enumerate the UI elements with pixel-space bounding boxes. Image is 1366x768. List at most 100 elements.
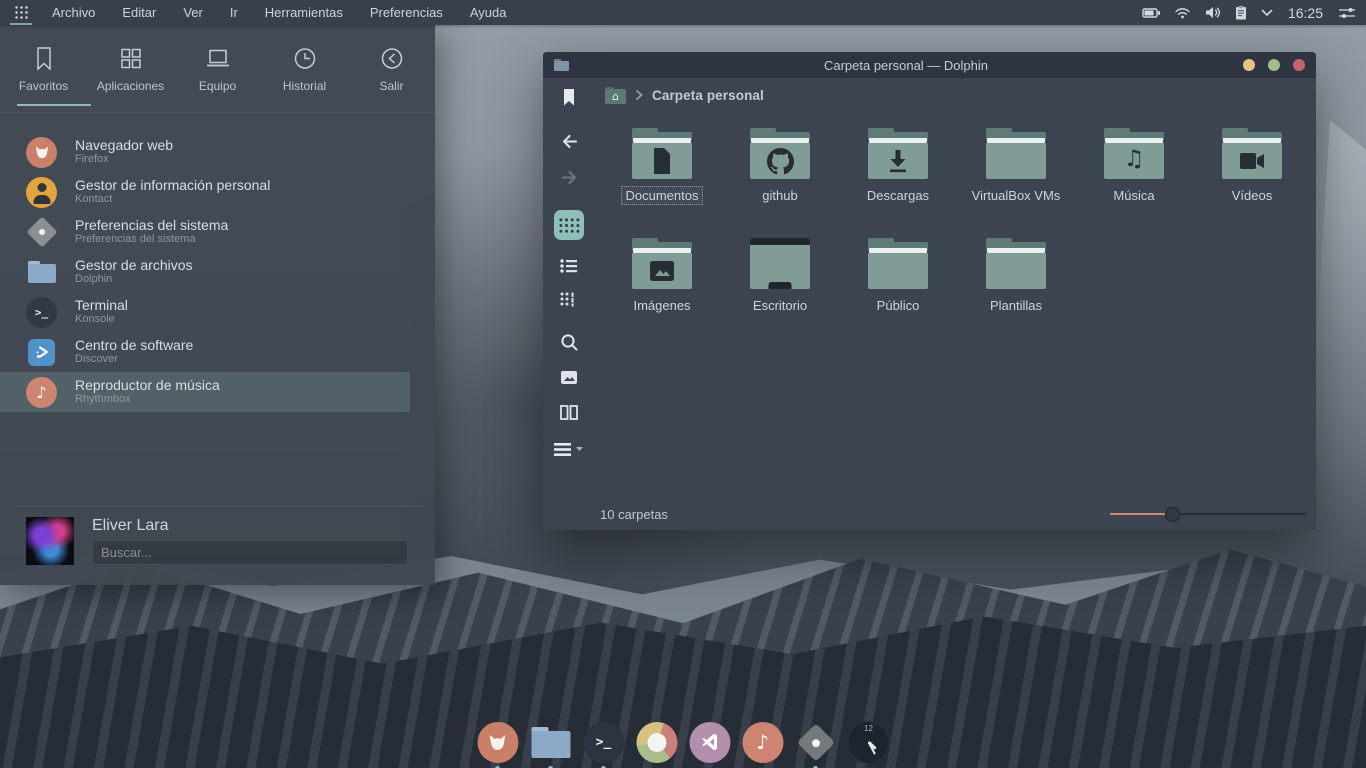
- firefox-icon: [26, 137, 57, 168]
- status-text: 10 carpetas: [600, 507, 668, 522]
- folder-publico[interactable]: Público: [839, 238, 957, 348]
- dock-firefox[interactable]: [477, 721, 519, 763]
- folder-escritorio[interactable]: Escritorio: [721, 238, 839, 348]
- volume-icon[interactable]: [1204, 5, 1221, 20]
- tab-historial[interactable]: Historial: [261, 25, 348, 112]
- folder-label: Imágenes: [628, 296, 695, 315]
- dock-system-settings[interactable]: [795, 721, 837, 763]
- minimize-button[interactable]: [1243, 59, 1255, 71]
- app-item-konsole[interactable]: >_ TerminalKonsole: [0, 292, 410, 332]
- menu-ir[interactable]: Ir: [230, 5, 238, 20]
- details-view-icon[interactable]: [559, 257, 579, 275]
- back-icon[interactable]: [560, 133, 579, 150]
- sliders-icon[interactable]: [1338, 6, 1356, 20]
- icons-view-icon[interactable]: [554, 210, 584, 240]
- compact-view-icon[interactable]: [559, 290, 579, 308]
- favorites-list: Navegador webFirefox Gestor de informaci…: [0, 132, 435, 412]
- tab-salir[interactable]: Salir: [348, 25, 435, 112]
- konsole-icon: >_: [583, 722, 624, 763]
- clipboard-icon[interactable]: [1234, 5, 1248, 21]
- music-glyph-icon: ♫: [1124, 148, 1145, 171]
- tab-label: Equipo: [199, 79, 236, 93]
- vscode-icon: [689, 722, 730, 763]
- dock-konsole[interactable]: >_: [583, 721, 625, 763]
- folder-label: github: [757, 186, 802, 205]
- chrome-icon: [636, 722, 677, 763]
- app-item-dolphin[interactable]: Gestor de archivosDolphin: [0, 252, 410, 292]
- statusbar: 10 carpetas: [543, 498, 1316, 530]
- analog-clock-icon: 12: [848, 721, 890, 764]
- rhythmbox-icon: ♪: [742, 722, 783, 763]
- menu-herramientas[interactable]: Herramientas: [265, 5, 343, 20]
- user-area: Eliver Lara: [0, 507, 435, 585]
- titlebar[interactable]: Carpeta personal — Dolphin: [543, 52, 1316, 78]
- app-title: Reproductor de música: [75, 378, 220, 393]
- close-button[interactable]: [1293, 59, 1305, 71]
- rhythmbox-icon: ♪: [26, 377, 57, 408]
- app-item-firefox[interactable]: Navegador webFirefox: [0, 132, 410, 172]
- tab-aplicaciones[interactable]: Aplicaciones: [87, 25, 174, 112]
- folder-label: Documentos: [621, 186, 704, 205]
- battery-icon[interactable]: [1142, 5, 1161, 21]
- app-grid-icon: [118, 45, 144, 72]
- app-item-discover[interactable]: Centro de softwareDiscover: [0, 332, 410, 372]
- wifi-icon[interactable]: [1174, 6, 1191, 20]
- tab-equipo[interactable]: Equipo: [174, 25, 261, 112]
- maximize-button[interactable]: [1268, 59, 1280, 71]
- dolphin-window: Carpeta personal — Dolphin ⌂ Carpeta per…: [543, 52, 1316, 530]
- app-subtitle: Dolphin: [75, 273, 193, 286]
- discover-icon: [28, 339, 55, 366]
- folder-label: Música: [1108, 186, 1159, 205]
- app-item-system-settings[interactable]: Preferencias del sistemaPreferencias del…: [0, 212, 410, 252]
- search-input[interactable]: [92, 540, 408, 565]
- folder-musica[interactable]: ♫ Música: [1075, 128, 1193, 238]
- dock-rhythmbox[interactable]: ♪: [742, 721, 784, 763]
- app-launcher-button[interactable]: [10, 0, 32, 25]
- dock-vscode[interactable]: [689, 721, 731, 763]
- folder-virtualbox-vms[interactable]: VirtualBox VMs: [957, 128, 1075, 238]
- folder-plantillas[interactable]: Plantillas: [957, 238, 1075, 348]
- app-grid-icon: [14, 5, 28, 19]
- folder-github[interactable]: github: [721, 128, 839, 238]
- system-settings-icon: [26, 216, 57, 247]
- tab-favoritos[interactable]: Favoritos: [0, 25, 87, 112]
- app-item-rhythmbox[interactable]: ♪ Reproductor de músicaRhythmbox: [0, 372, 410, 412]
- dock-file-manager[interactable]: [530, 721, 572, 763]
- menu-editar[interactable]: Editar: [122, 5, 156, 20]
- app-item-kontact[interactable]: Gestor de información personalKontact: [0, 172, 410, 212]
- menu-ver[interactable]: Ver: [183, 5, 203, 20]
- folder-documentos[interactable]: Documentos: [603, 128, 721, 238]
- preview-icon[interactable]: [559, 369, 579, 386]
- tray-clock[interactable]: 16:25: [1288, 5, 1323, 21]
- active-tab-underline: [17, 104, 91, 106]
- search-icon[interactable]: [560, 333, 579, 352]
- menu-icon[interactable]: [554, 441, 584, 458]
- konsole-icon: >_: [26, 297, 57, 328]
- menu-archivo[interactable]: Archivo: [52, 5, 95, 20]
- laptop-icon: [204, 45, 232, 72]
- user-avatar[interactable]: [26, 517, 74, 565]
- forward-icon[interactable]: [560, 169, 579, 186]
- firefox-icon: [477, 722, 518, 763]
- dock-chrome[interactable]: [636, 721, 678, 763]
- folder-videos[interactable]: Vídeos: [1193, 128, 1311, 238]
- bookmark-icon: [31, 45, 57, 72]
- home-folder-icon[interactable]: ⌂: [605, 87, 626, 104]
- chevron-down-icon[interactable]: [1261, 9, 1273, 17]
- app-title: Gestor de archivos: [75, 258, 193, 273]
- folder-descargas[interactable]: Descargas: [839, 128, 957, 238]
- clock-icon: [292, 45, 318, 72]
- tab-label: Favoritos: [19, 79, 68, 93]
- menu-items: Archivo Editar Ver Ir Herramientas Prefe…: [52, 5, 506, 20]
- places-bookmark-icon[interactable]: [561, 88, 577, 107]
- slider-handle[interactable]: [1165, 507, 1180, 522]
- menu-preferencias[interactable]: Preferencias: [370, 5, 443, 20]
- split-view-icon[interactable]: [559, 404, 579, 421]
- folder-imagenes[interactable]: Imágenes: [603, 238, 721, 348]
- folder-label: Vídeos: [1227, 186, 1277, 205]
- breadcrumb-location[interactable]: Carpeta personal: [652, 88, 764, 103]
- zoom-slider[interactable]: [1110, 507, 1306, 522]
- folder-label: Público: [872, 296, 925, 315]
- menu-ayuda[interactable]: Ayuda: [470, 5, 507, 20]
- dock-clock[interactable]: 12: [848, 721, 890, 763]
